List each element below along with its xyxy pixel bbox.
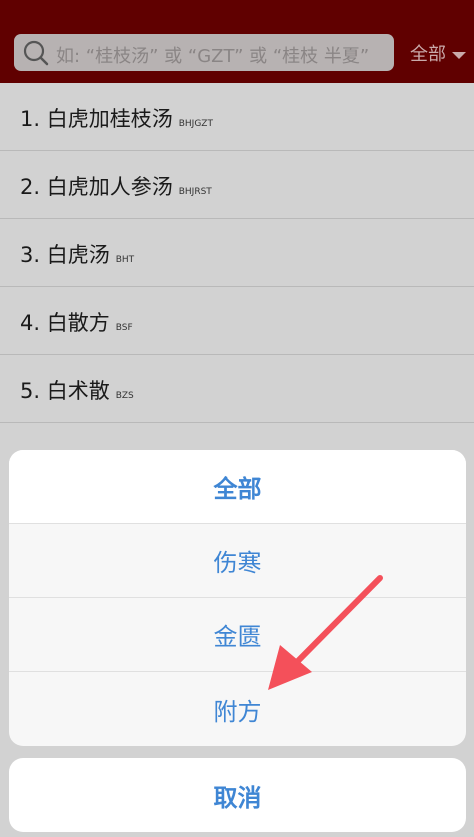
search-input[interactable]: 如: “桂枝汤” 或 “GZT” 或 “桂枝 半夏”	[14, 34, 394, 71]
list-item[interactable]: 2. 白虎加人参汤 BHJRST	[0, 151, 474, 219]
filter-label: 全部	[410, 44, 446, 65]
list-item-name: 5. 白术散 BZS	[20, 379, 134, 403]
list-item[interactable]: 5. 白术散 BZS	[0, 355, 474, 423]
list-item-name: 2. 白虎加人参汤 BHJRST	[20, 175, 212, 199]
cancel-button[interactable]: 取消	[9, 758, 466, 832]
option-shanghan[interactable]: 伤寒	[9, 524, 466, 598]
list-item-code: BSF	[115, 323, 133, 333]
category-filter-dropdown[interactable]: 全部	[410, 40, 466, 66]
chevron-down-icon	[452, 51, 466, 59]
option-fufang[interactable]: 附方	[9, 672, 466, 746]
list-item-code: BZS	[115, 391, 134, 401]
list-item-name: 1. 白虎加桂枝汤 BHJGZT	[20, 107, 213, 131]
formula-list: 1. 白虎加桂枝汤 BHJGZT 2. 白虎加人参汤 BHJRST 3. 白虎汤 BH…	[0, 83, 474, 423]
list-item-name: 4. 白散方 BSF	[20, 311, 133, 335]
search-placeholder: 如: “桂枝汤” 或 “GZT” 或 “桂枝 半夏”	[56, 46, 370, 67]
list-item[interactable]: 3. 白虎汤 BHT	[0, 219, 474, 287]
search-icon	[23, 40, 49, 66]
list-item-name: 3. 白虎汤 BHT	[20, 243, 135, 267]
top-bar: 如: “桂枝汤” 或 “GZT” 或 “桂枝 半夏” 全部	[0, 0, 474, 83]
option-all[interactable]: 全部	[9, 450, 466, 524]
list-item-code: BHJGZT	[178, 119, 213, 129]
list-item-code: BHT	[115, 255, 135, 265]
action-sheet: 全部 伤寒 金匮 附方	[9, 450, 466, 746]
list-item[interactable]: 4. 白散方 BSF	[0, 287, 474, 355]
list-item[interactable]: 1. 白虎加桂枝汤 BHJGZT	[0, 83, 474, 151]
list-item-code: BHJRST	[178, 187, 212, 197]
option-jingui[interactable]: 金匮	[9, 598, 466, 672]
